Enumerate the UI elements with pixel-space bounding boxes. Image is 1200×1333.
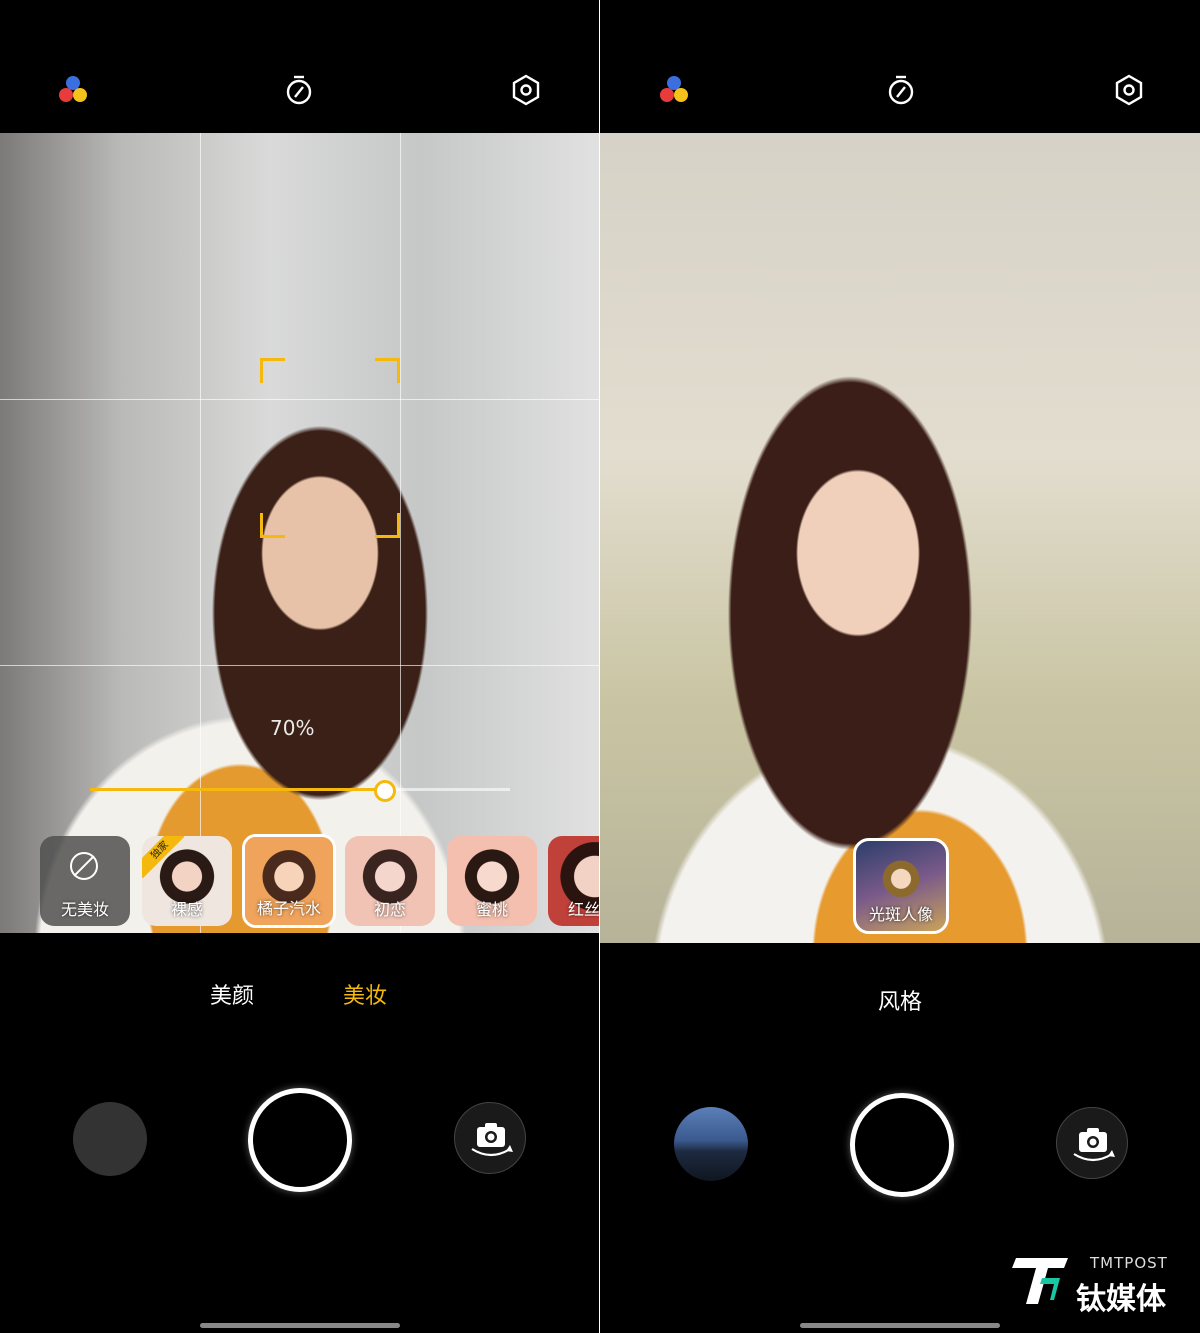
- left-camera-screen: 70% 无美妆 独家 裸感 橘子汽水 初恋 蜜桃 红丝 美颜 美妆: [0, 0, 600, 1333]
- settings-hexagon-icon[interactable]: [508, 72, 544, 108]
- gallery-thumbnail[interactable]: [674, 1107, 748, 1181]
- makeup-item-peach[interactable]: 蜜桃: [447, 836, 537, 926]
- switch-camera-button[interactable]: [454, 1102, 526, 1174]
- switch-camera-icon: [471, 1123, 513, 1157]
- color-dots-icon[interactable]: [55, 72, 91, 108]
- makeup-item-none[interactable]: 无美妆: [40, 836, 130, 926]
- timer-icon[interactable]: [883, 72, 919, 108]
- home-indicator[interactable]: [200, 1323, 400, 1328]
- mode-beauty[interactable]: 美颜: [210, 978, 254, 1010]
- mode-style[interactable]: 风格: [878, 984, 922, 1016]
- home-indicator[interactable]: [800, 1323, 1000, 1328]
- style-tile-bokeh-portrait[interactable]: 光斑人像: [853, 838, 949, 934]
- camera-controls: [0, 1085, 600, 1195]
- face-focus-frame: [260, 358, 400, 538]
- mode-makeup[interactable]: 美妆: [343, 978, 387, 1010]
- switch-camera-icon: [1073, 1128, 1115, 1162]
- makeup-item-red-silk[interactable]: 红丝: [548, 836, 600, 926]
- gallery-thumbnail[interactable]: [73, 1102, 147, 1176]
- makeup-item-naked[interactable]: 独家 裸感: [142, 836, 232, 926]
- mode-selector: 美颜 美妆: [0, 978, 600, 1010]
- grid-line: [200, 133, 201, 933]
- makeup-item-orange-soda[interactable]: 橘子汽水: [242, 834, 336, 928]
- grid-line: [400, 133, 401, 933]
- makeup-intensity-slider[interactable]: [90, 778, 510, 802]
- makeup-item-first-love[interactable]: 初恋: [345, 836, 435, 926]
- camera-viewfinder[interactable]: [600, 133, 1200, 943]
- makeup-intensity-label: 70%: [270, 716, 315, 740]
- mode-selector: 风格: [600, 978, 1200, 1015]
- shutter-button[interactable]: [850, 1093, 954, 1197]
- right-camera-screen: 光斑人像 风格: [600, 0, 1200, 1333]
- exclusive-badge: 独家: [142, 836, 184, 878]
- tmtpost-logo-icon: [1012, 1258, 1068, 1304]
- switch-camera-button[interactable]: [1056, 1107, 1128, 1179]
- camera-viewfinder[interactable]: 70% 无美妆 独家 裸感 橘子汽水 初恋 蜜桃 红丝: [0, 133, 600, 933]
- timer-icon[interactable]: [281, 72, 317, 108]
- no-makeup-icon: [70, 852, 98, 880]
- top-bar: [0, 60, 600, 120]
- color-dots-icon[interactable]: [656, 72, 692, 108]
- grid-line: [0, 665, 600, 666]
- shutter-button[interactable]: [248, 1088, 352, 1192]
- top-bar: [600, 60, 1200, 120]
- camera-controls: [600, 1090, 1200, 1200]
- makeup-style-strip[interactable]: 无美妆 独家 裸感 橘子汽水 初恋 蜜桃 红丝: [40, 834, 600, 928]
- settings-hexagon-icon[interactable]: [1111, 72, 1147, 108]
- tmtpost-watermark: TMTPOST 钛媒体: [1012, 1240, 1182, 1320]
- slider-thumb[interactable]: [374, 780, 396, 802]
